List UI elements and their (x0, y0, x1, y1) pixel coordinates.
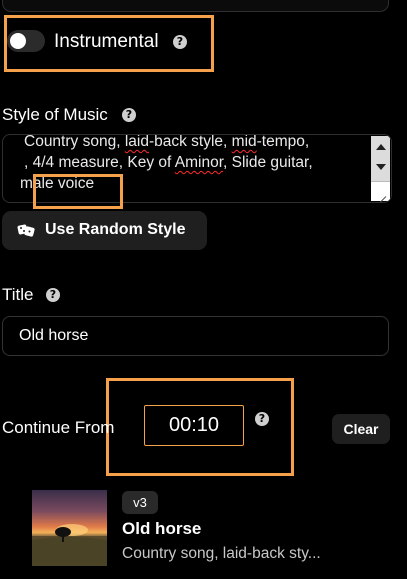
version-badge: v3 (122, 491, 158, 514)
scroll-up-arrow-icon[interactable] (376, 144, 386, 150)
song-description: Country song, laid-back sty... (122, 545, 321, 562)
dice-icon (17, 224, 35, 237)
continue-from-label: Continue From (2, 418, 115, 437)
use-random-style-button[interactable]: Use Random Style (2, 211, 207, 250)
spellcheck-word: Aminor (174, 154, 224, 171)
resize-grip-icon[interactable] (371, 181, 390, 201)
style-help-icon[interactable]: ? (122, 108, 136, 122)
spellcheck-word: laid (124, 134, 149, 150)
clear-button[interactable]: Clear (332, 414, 390, 444)
scroll-down-arrow-icon[interactable] (376, 164, 386, 170)
style-text-line-1: Country song, laid-back style, mid-tempo… (24, 134, 310, 150)
previous-field-box[interactable] (2, 0, 389, 12)
title-label: Title (2, 285, 34, 304)
instrumental-toggle[interactable] (7, 30, 45, 52)
continue-from-time-input[interactable]: 00:10 (144, 405, 244, 446)
use-random-style-label: Use Random Style (45, 221, 186, 238)
spellcheck-word: mid (231, 134, 257, 150)
style-text-line-2: , 4/4 measure, Key of Aminor, Slide guit… (24, 154, 313, 171)
song-title[interactable]: Old horse (122, 519, 201, 539)
continue-from-help-icon[interactable]: ? (255, 412, 269, 426)
sunset-tree-image (32, 524, 107, 566)
style-of-music-label: Style of Music (2, 105, 108, 124)
song-thumbnail[interactable] (32, 490, 107, 566)
toggle-knob (10, 33, 26, 49)
title-input[interactable]: Old horse (2, 316, 389, 356)
male-voice-highlight-box (33, 174, 123, 209)
instrumental-help-icon[interactable]: ? (173, 35, 187, 49)
instrumental-label: Instrumental (54, 31, 159, 52)
title-help-icon[interactable]: ? (46, 288, 60, 302)
